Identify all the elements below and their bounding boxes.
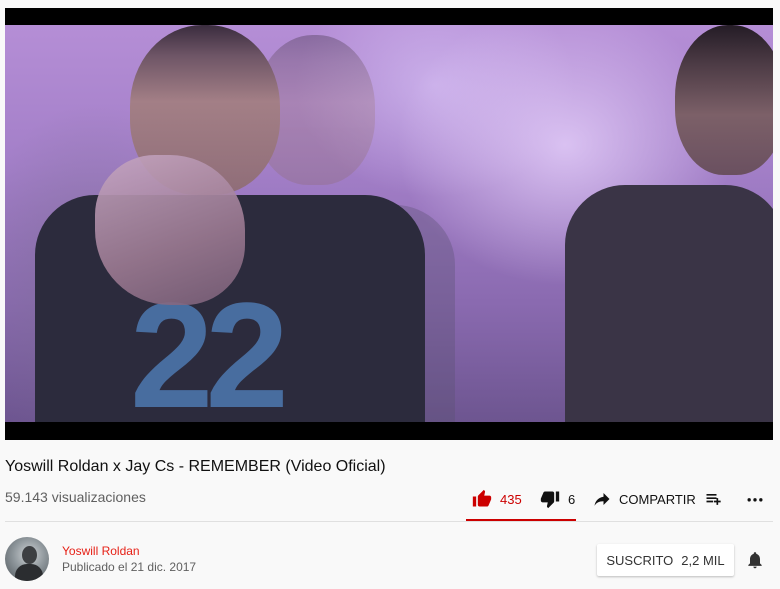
publish-date: Publicado el 21 dic. 2017 (62, 560, 197, 574)
channel-name-link[interactable]: Yoswill Roldan (62, 544, 140, 558)
add-to-playlist-button[interactable] (704, 485, 724, 513)
more-dots-icon (745, 489, 765, 509)
subscribe-label: SUSCRITO (606, 552, 674, 568)
video-title: Yoswill Roldan x Jay Cs - REMEMBER (Vide… (5, 458, 386, 475)
video-frame[interactable]: 22 (5, 25, 773, 422)
performer-hand (95, 155, 245, 305)
add-to-playlist-icon (704, 489, 724, 509)
like-button[interactable]: 435 (472, 485, 522, 513)
share-label: COMPARTIR (619, 491, 696, 507)
view-count: 59.143 visualizaciones (5, 489, 146, 505)
more-actions-button[interactable] (745, 485, 765, 513)
subscriber-count: 2,2 MIL (681, 552, 725, 568)
share-button[interactable]: COMPARTIR (593, 485, 696, 513)
share-arrow-icon (593, 490, 611, 508)
thumbs-up-icon (472, 489, 492, 509)
dislike-count: 6 (568, 491, 576, 507)
avatar-head (22, 546, 37, 564)
like-count: 435 (500, 491, 522, 507)
section-divider (5, 521, 773, 522)
bell-icon[interactable] (745, 550, 765, 570)
subscribed-button[interactable]: SUSCRITO 2,2 MIL (597, 544, 734, 576)
video-player[interactable]: 22 (5, 8, 773, 440)
thumbs-down-icon (540, 489, 560, 509)
watch-page: 22 Yoswill Roldan x Jay Cs - REMEMBER (V… (0, 0, 780, 589)
channel-avatar[interactable] (5, 537, 49, 581)
avatar-body (15, 564, 43, 581)
dislike-button[interactable]: 6 (540, 485, 575, 513)
